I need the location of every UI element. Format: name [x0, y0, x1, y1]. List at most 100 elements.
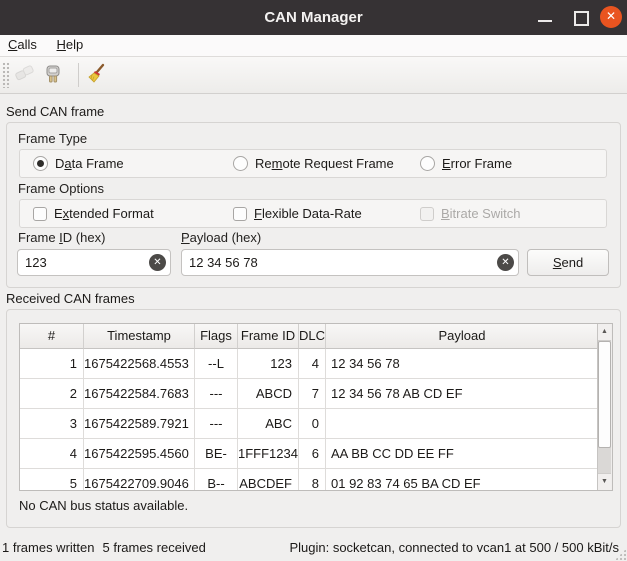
plugin-status-text: Plugin: socketcan, connected to vcan1 at…	[289, 535, 619, 561]
cell-timestamp: 1675422568.4553	[84, 349, 195, 379]
cell-flags: --L	[195, 349, 238, 379]
cell-flags: ---	[195, 379, 238, 409]
received-section-title: Received CAN frames	[6, 291, 135, 306]
menu-help[interactable]: Help	[49, 35, 92, 55]
checkbox-label: Flexible Data-Rate	[254, 206, 362, 221]
window-title: CAN Manager	[0, 0, 627, 35]
cell-flags: B--	[195, 469, 238, 490]
radio-data-frame[interactable]: Data Frame	[33, 150, 124, 177]
cell-index: 2	[20, 379, 84, 409]
toolbar	[0, 57, 627, 94]
frame-options-row: Extended Format Flexible Data-Rate Bitra…	[19, 199, 607, 228]
payload-label: Payload (hex)	[181, 230, 261, 245]
scroll-down-icon[interactable]: ▼	[598, 473, 611, 490]
statusbar: 1 frames written 5 frames received Plugi…	[0, 535, 627, 561]
table-scrollbar[interactable]: ▲ ▼	[597, 324, 612, 490]
table-row[interactable]: 4 1675422595.4560 BE- 1FFF1234 6 AA BB C…	[20, 439, 598, 469]
checkbox-label: Bitrate Switch	[441, 206, 520, 221]
toolbar-drag-handle[interactable]	[2, 62, 10, 88]
scroll-up-icon[interactable]: ▲	[598, 324, 611, 341]
frame-id-label: Frame ID (hex)	[18, 230, 105, 245]
cell-index: 5	[20, 469, 84, 490]
cell-dlc: 0	[299, 409, 326, 439]
connect-button	[12, 62, 38, 88]
cell-frame-id: ABCDEF	[238, 469, 299, 490]
maximize-button[interactable]	[574, 11, 589, 26]
payload-clear-icon[interactable]: ✕	[497, 254, 514, 271]
cell-index: 3	[20, 409, 84, 439]
cell-index: 4	[20, 439, 84, 469]
frame-type-row: Data Frame Remote Request Frame Error Fr…	[19, 149, 607, 178]
radio-checked-icon	[33, 156, 48, 171]
scrollbar-thumb[interactable]	[598, 341, 611, 448]
disconnect-button[interactable]	[40, 62, 66, 88]
frame-counters: 1 frames written 5 frames received	[2, 535, 206, 561]
titlebar[interactable]: CAN Manager ✕	[0, 0, 627, 35]
radio-error-frame[interactable]: Error Frame	[420, 150, 512, 177]
radio-label: Data Frame	[55, 156, 124, 171]
cell-timestamp: 1675422595.4560	[84, 439, 195, 469]
cell-dlc: 8	[299, 469, 326, 490]
checkbox-unchecked-icon	[33, 207, 47, 221]
send-button[interactable]: Send	[527, 249, 609, 276]
cell-payload: 12 34 56 78	[326, 349, 598, 379]
checkbox-unchecked-icon	[233, 207, 247, 221]
column-header-dlc[interactable]: DLC	[299, 324, 326, 349]
column-header-index[interactable]: #	[20, 324, 84, 349]
checkbox-label: Extended Format	[54, 206, 154, 221]
column-header-flags[interactable]: Flags	[195, 324, 238, 349]
column-header-timestamp[interactable]: Timestamp	[84, 324, 195, 349]
received-frames-table[interactable]: # Timestamp Flags Frame ID DLC Payload 1…	[19, 323, 613, 491]
cell-dlc: 6	[299, 439, 326, 469]
radio-label: Remote Request Frame	[255, 156, 394, 171]
payload-input[interactable]	[181, 249, 519, 276]
cell-timestamp: 1675422584.7683	[84, 379, 195, 409]
close-button[interactable]: ✕	[600, 6, 622, 28]
table-viewport: # Timestamp Flags Frame ID DLC Payload 1…	[20, 324, 598, 490]
radio-label: Error Frame	[442, 156, 512, 171]
cell-payload: AA BB CC DD EE FF	[326, 439, 598, 469]
received-frames-groupbox: # Timestamp Flags Frame ID DLC Payload 1…	[6, 309, 621, 528]
table-row[interactable]: 1 1675422568.4553 --L 123 4 12 34 56 78	[20, 349, 598, 379]
frames-received-text: 5 frames received	[102, 535, 205, 561]
clear-button[interactable]	[84, 62, 110, 88]
cell-dlc: 4	[299, 349, 326, 379]
cell-flags: ---	[195, 409, 238, 439]
menubar: Calls Help	[0, 35, 627, 57]
checkbox-extended-format[interactable]: Extended Format	[33, 200, 154, 227]
menu-calls[interactable]: Calls	[0, 35, 45, 55]
connect-icon	[14, 63, 36, 88]
toolbar-separator	[78, 63, 79, 87]
frame-options-label: Frame Options	[18, 181, 104, 196]
table-row[interactable]: 5 1675422709.9046 B-- ABCDEF 8 01 92 83 …	[20, 469, 598, 490]
table-row[interactable]: 2 1675422584.7683 --- ABCD 7 12 34 56 78…	[20, 379, 598, 409]
cell-payload	[326, 409, 598, 439]
checkbox-flexible-data-rate[interactable]: Flexible Data-Rate	[233, 200, 362, 227]
cell-dlc: 7	[299, 379, 326, 409]
send-frame-groupbox: Frame Type Data Frame Remote Request Fra…	[6, 122, 621, 288]
cell-timestamp: 1675422709.9046	[84, 469, 195, 490]
cell-frame-id: ABCD	[238, 379, 299, 409]
table-row[interactable]: 3 1675422589.7921 --- ABC 0	[20, 409, 598, 439]
frame-type-label: Frame Type	[18, 131, 87, 146]
disconnect-icon	[42, 63, 64, 88]
cell-payload: 12 34 56 78 AB CD EF	[326, 379, 598, 409]
cell-index: 1	[20, 349, 84, 379]
clear-icon	[86, 63, 108, 88]
radio-unchecked-icon	[420, 156, 435, 171]
frame-id-input[interactable]	[17, 249, 171, 276]
cell-payload: 01 92 83 74 65 BA CD EF	[326, 469, 598, 490]
checkbox-disabled-icon	[420, 207, 434, 221]
cell-timestamp: 1675422589.7921	[84, 409, 195, 439]
frame-id-clear-icon[interactable]: ✕	[149, 254, 166, 271]
cell-flags: BE-	[195, 439, 238, 469]
column-header-frame-id[interactable]: Frame ID	[238, 324, 299, 349]
frames-written-text: 1 frames written	[2, 535, 94, 561]
cell-frame-id: 1FFF1234	[238, 439, 299, 469]
bus-status-text: No CAN bus status available.	[19, 498, 188, 513]
table-header-row: # Timestamp Flags Frame ID DLC Payload	[20, 324, 598, 349]
can-manager-window: { "window": { "title": "CAN Manager" }, …	[0, 0, 627, 561]
column-header-payload[interactable]: Payload	[326, 324, 598, 349]
radio-remote-request-frame[interactable]: Remote Request Frame	[233, 150, 394, 177]
minimize-button[interactable]	[538, 20, 552, 22]
